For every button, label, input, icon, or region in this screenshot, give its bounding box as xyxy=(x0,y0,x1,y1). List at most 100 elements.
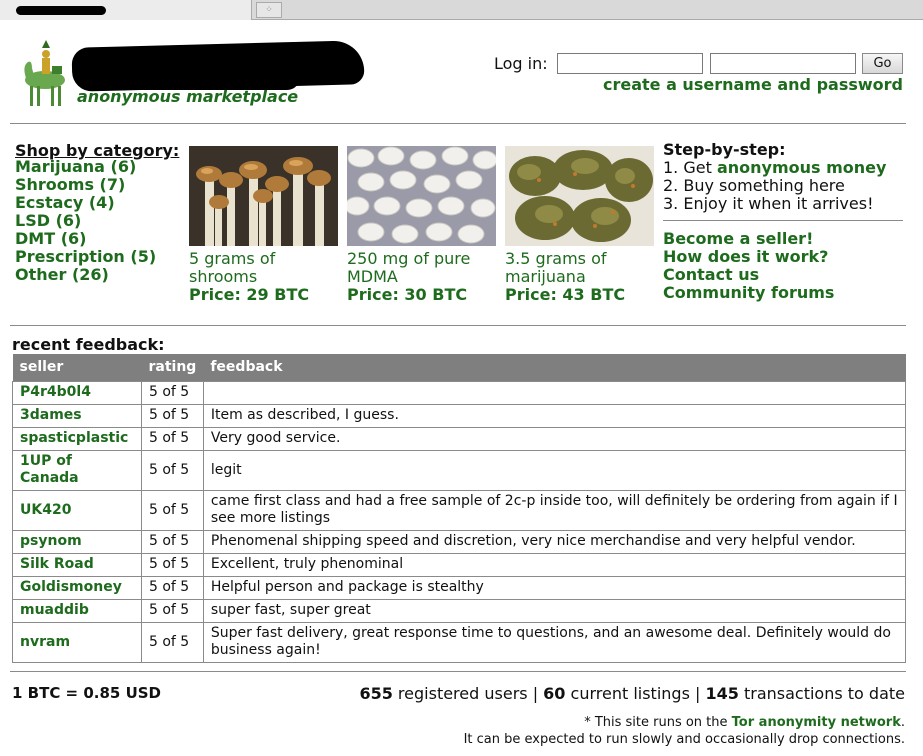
product-name[interactable]: 3.5 grams of marijuana xyxy=(505,250,655,286)
table-row: UK420 5 of 5 came first class and had a … xyxy=(12,489,907,531)
table-header-row: seller rating feedback xyxy=(12,354,906,381)
product-price: Price: 29 BTC xyxy=(189,285,310,304)
tab-handle-icon[interactable]: ⁘ xyxy=(256,2,282,18)
category-link-prescription[interactable]: Prescription (5) xyxy=(15,248,156,266)
table-row: P4r4b0l4 5 of 5 xyxy=(12,380,907,405)
feedback-cell: Item as described, I guess. xyxy=(202,403,907,428)
tor-network-link[interactable]: Tor anonymity network xyxy=(732,715,901,730)
tor-notice: * This site runs on the Tor anonymity ne… xyxy=(584,715,905,730)
rating-cell: 5 of 5 xyxy=(141,575,204,600)
seller-link[interactable]: muaddib xyxy=(12,598,142,623)
category-link-lsd[interactable]: LSD (6) xyxy=(15,212,156,230)
seller-link[interactable]: spasticplastic xyxy=(12,426,142,451)
tor-prefix: * This site runs on the xyxy=(584,715,732,730)
username-input[interactable] xyxy=(557,53,703,74)
login-go-button[interactable]: Go xyxy=(862,53,903,74)
community-forums-link[interactable]: Community forums xyxy=(663,284,834,302)
feedback-cell xyxy=(202,380,907,405)
rating-cell: 5 of 5 xyxy=(141,552,204,577)
table-row: spasticplastic 5 of 5 Very good service. xyxy=(12,426,907,451)
steps-list: 1. Get anonymous money 2. Buy something … xyxy=(663,159,886,213)
browser-tab-strip: ⁘ xyxy=(0,0,923,20)
feedback-cell: Helpful person and package is stealthy xyxy=(202,575,907,600)
seller-link[interactable]: Goldismoney xyxy=(12,575,142,600)
seller-link[interactable]: psynom xyxy=(12,529,142,554)
redaction-bar xyxy=(16,6,106,15)
login-label: Log in: xyxy=(494,54,548,73)
browser-tab[interactable] xyxy=(0,0,252,20)
users-count: 655 xyxy=(359,684,393,703)
feedback-cell: Very good service. xyxy=(202,426,907,451)
table-row: 1UP of Canada 5 of 5 legit xyxy=(12,449,907,491)
rating-cell: 5 of 5 xyxy=(141,403,204,428)
divider xyxy=(10,325,906,326)
users-label: registered users | xyxy=(392,684,544,703)
transactions-label: transactions to date xyxy=(738,684,905,703)
featured-product[interactable]: 3.5 grams of marijuana Price: 43 BTC xyxy=(505,146,655,304)
category-link-ecstacy[interactable]: Ecstacy (4) xyxy=(15,194,156,212)
column-header-rating: rating xyxy=(141,354,204,381)
site-tagline[interactable]: anonymous marketplace xyxy=(77,87,298,106)
category-list: Marijuana (6) Shrooms (7) Ecstacy (4) LS… xyxy=(15,158,156,284)
column-header-seller: seller xyxy=(12,354,142,381)
rating-cell: 5 of 5 xyxy=(141,449,204,491)
seller-link[interactable]: Silk Road xyxy=(12,552,142,577)
tor-suffix: . xyxy=(900,715,905,730)
feedback-cell: legit xyxy=(202,449,907,491)
listings-label: current listings | xyxy=(565,684,706,703)
product-price: Price: 43 BTC xyxy=(505,285,626,304)
product-price: Price: 30 BTC xyxy=(347,285,468,304)
rating-cell: 5 of 5 xyxy=(141,529,204,554)
table-row: nvram 5 of 5 Super fast delivery, great … xyxy=(12,621,907,663)
become-seller-link[interactable]: Become a seller! xyxy=(663,230,834,248)
exchange-rate: 1 BTC = 0.85 USD xyxy=(12,684,162,702)
seller-link[interactable]: 1UP of Canada xyxy=(12,449,142,491)
seller-link[interactable]: UK420 xyxy=(12,489,142,531)
divider xyxy=(10,671,906,672)
seller-link[interactable]: nvram xyxy=(12,621,142,663)
feedback-cell: Phenomenal shipping speed and discretion… xyxy=(202,529,907,554)
steps-panel: Step-by-step: 1. Get anonymous money 2. … xyxy=(663,141,886,213)
category-link-dmt[interactable]: DMT (6) xyxy=(15,230,156,248)
product-name[interactable]: 250 mg of pure MDMA xyxy=(347,250,497,286)
contact-us-link[interactable]: Contact us xyxy=(663,266,834,284)
rating-cell: 5 of 5 xyxy=(141,621,204,663)
step-item: 3. Enjoy it when it arrives! xyxy=(663,194,874,213)
pills-photo-icon[interactable] xyxy=(347,146,496,246)
tor-note: It can be expected to run slowly and occ… xyxy=(463,732,905,747)
listings-count: 60 xyxy=(543,684,566,703)
divider xyxy=(10,123,906,124)
step-item: 1. Get anonymous money xyxy=(663,159,886,177)
seller-link[interactable]: 3dames xyxy=(12,403,142,428)
transactions-count: 145 xyxy=(705,684,739,703)
site-stats: 655 registered users | 60 current listin… xyxy=(359,684,905,703)
featured-product[interactable]: 5 grams of shrooms Price: 29 BTC xyxy=(189,146,339,304)
category-link-marijuana[interactable]: Marijuana (6) xyxy=(15,158,156,176)
how-it-works-link[interactable]: How does it work? xyxy=(663,248,834,266)
column-header-feedback: feedback xyxy=(203,354,906,381)
feedback-table: seller rating feedback P4r4b0l4 5 of 5 3… xyxy=(12,354,907,663)
category-link-other[interactable]: Other (26) xyxy=(15,266,156,284)
step-text: 1. Get xyxy=(663,158,717,177)
anonymous-money-link[interactable]: anonymous money xyxy=(717,158,886,177)
product-name[interactable]: 5 grams of shrooms xyxy=(189,250,339,286)
featured-product[interactable]: 250 mg of pure MDMA Price: 30 BTC xyxy=(347,146,497,304)
mushrooms-photo-icon[interactable] xyxy=(189,146,338,246)
feedback-cell: Excellent, truly phenominal xyxy=(202,552,907,577)
table-row: psynom 5 of 5 Phenomenal shipping speed … xyxy=(12,529,907,554)
camel-logo-icon[interactable] xyxy=(16,36,74,108)
password-input[interactable] xyxy=(710,53,856,74)
rating-cell: 5 of 5 xyxy=(141,426,204,451)
marijuana-photo-icon[interactable] xyxy=(505,146,654,246)
feedback-cell: Super fast delivery, great response time… xyxy=(202,621,907,663)
rating-cell: 5 of 5 xyxy=(141,489,204,531)
feedback-cell: came first class and had a free sample o… xyxy=(202,489,907,531)
steps-heading: Step-by-step: xyxy=(663,140,786,159)
divider xyxy=(663,220,903,221)
table-row: 3dames 5 of 5 Item as described, I guess… xyxy=(12,403,907,428)
rating-cell: 5 of 5 xyxy=(141,598,204,623)
seller-link[interactable]: P4r4b0l4 xyxy=(12,380,142,405)
create-account-link[interactable]: create a username and password xyxy=(603,75,903,94)
table-row: Silk Road 5 of 5 Excellent, truly phenom… xyxy=(12,552,907,577)
category-link-shrooms[interactable]: Shrooms (7) xyxy=(15,176,156,194)
